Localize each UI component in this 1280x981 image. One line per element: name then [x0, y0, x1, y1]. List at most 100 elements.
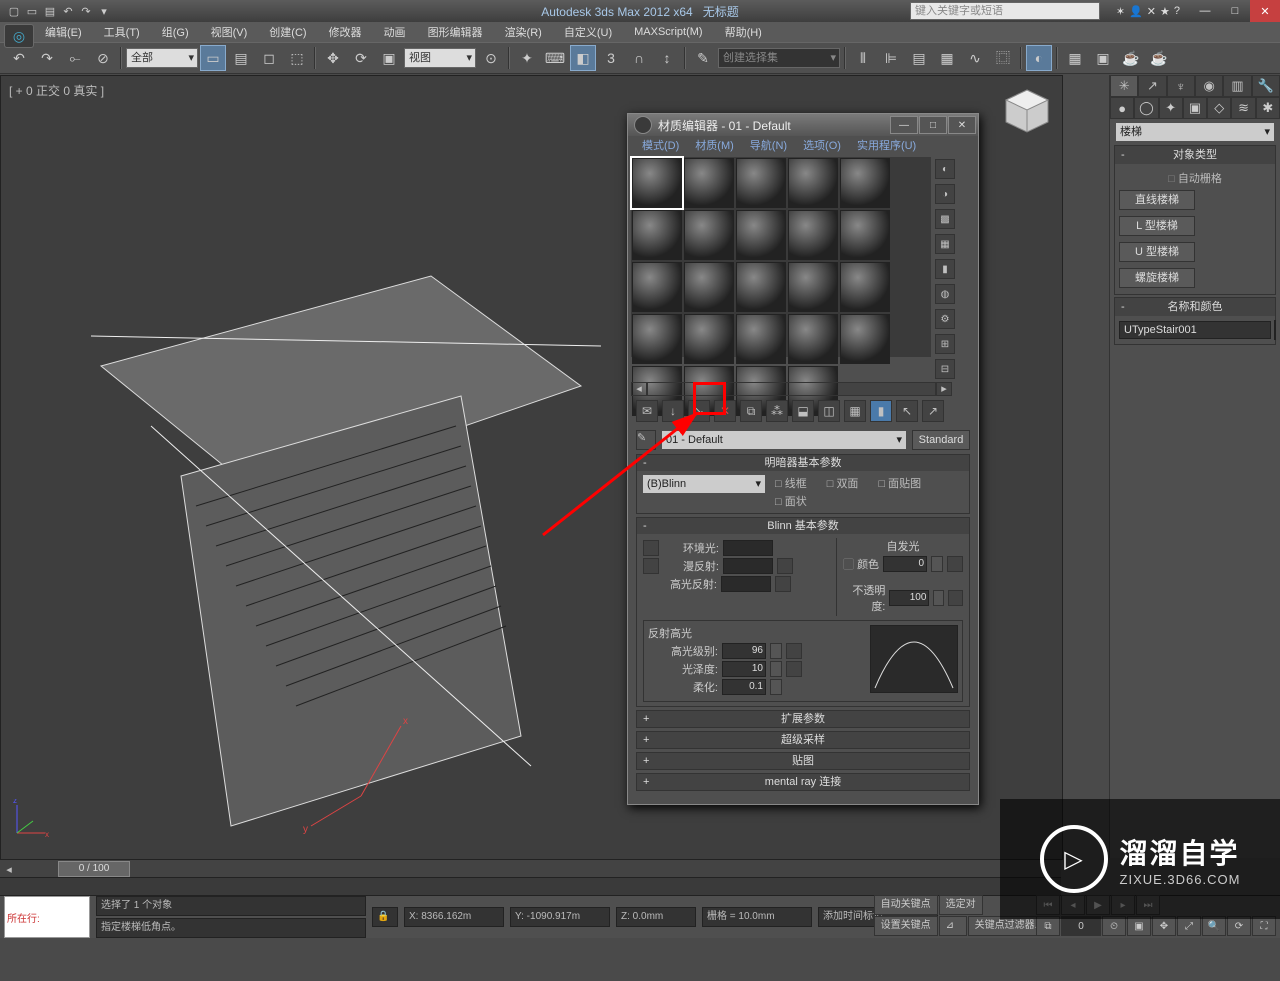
get-material-icon[interactable]: ✉	[636, 400, 658, 422]
curve-editor-icon[interactable]: ∿	[962, 45, 988, 71]
snap-toggle-icon[interactable]: ◧	[570, 45, 596, 71]
material-editor-icon[interactable]: ◐	[1026, 45, 1052, 71]
schematic-view-icon[interactable]: ⿴	[990, 45, 1016, 71]
layer-manager-icon[interactable]: ▤	[906, 45, 932, 71]
qat-open-icon[interactable]: ▭	[24, 3, 40, 19]
create-category-dropdown[interactable]: 楼梯	[1116, 123, 1274, 141]
sample-slot[interactable]	[736, 262, 786, 312]
select-by-mat-icon[interactable]: ⊞	[935, 334, 955, 354]
video-color-icon[interactable]: ▮	[935, 259, 955, 279]
menu-create[interactable]: 创建(C)	[259, 24, 316, 40]
glossiness-spinner[interactable]: 10	[722, 661, 766, 677]
manipulate-icon[interactable]: ✦	[514, 45, 540, 71]
show-end-result-icon[interactable]: ▮	[870, 400, 892, 422]
mateditor-maximize-button[interactable]: □	[919, 116, 947, 134]
sample-slot[interactable]	[840, 262, 890, 312]
select-name-icon[interactable]: ▤	[228, 45, 254, 71]
l-stair-button[interactable]: L 型楼梯	[1119, 216, 1195, 236]
scale-icon[interactable]: ▣	[376, 45, 402, 71]
opacity-map-button[interactable]	[948, 590, 963, 606]
menu-maxscript[interactable]: MAXScript(M)	[624, 26, 712, 38]
sample-slot[interactable]	[684, 210, 734, 260]
shader-dropdown[interactable]: (B)Blinn	[643, 475, 765, 493]
sample-slots[interactable]	[631, 157, 931, 357]
close-button[interactable]: ✕	[1250, 0, 1280, 22]
material-map-nav-icon[interactable]: ⊟	[935, 359, 955, 379]
sample-slot[interactable]	[840, 210, 890, 260]
time-slider-knob[interactable]: 0 / 100	[58, 861, 130, 877]
selfillum-spinner[interactable]: 0	[883, 556, 927, 572]
current-frame-field[interactable]: 0	[1061, 916, 1101, 936]
orbit-icon[interactable]: ⟳	[1227, 916, 1251, 936]
rollout-extended-params[interactable]: 扩展参数	[637, 711, 969, 727]
time-slider[interactable]: ◂ 0 / 100	[0, 859, 1061, 878]
mirror-icon[interactable]: ⦀	[850, 45, 876, 71]
gloss-map-button[interactable]	[786, 661, 802, 677]
viewport-nav-icon[interactable]: ✥	[1152, 916, 1176, 936]
zoom-extents-icon[interactable]: ⤢	[1177, 916, 1201, 936]
qat-redo-icon[interactable]: ↷	[78, 3, 94, 19]
sample-uv-icon[interactable]: ▦	[935, 234, 955, 254]
show-map-viewport-icon[interactable]: ▦	[844, 400, 866, 422]
sample-slot[interactable]	[788, 314, 838, 364]
spacewarps-cat-icon[interactable]: ≋	[1231, 97, 1255, 119]
menu-edit[interactable]: 编辑(E)	[35, 24, 92, 40]
help-search[interactable]: 键入关键字或短语	[910, 2, 1100, 20]
percent-snap-icon[interactable]: ∩	[626, 45, 652, 71]
selection-lock-icon[interactable]: 🔒	[372, 907, 398, 927]
lights-cat-icon[interactable]: ✦	[1159, 97, 1183, 119]
rollout-supersampling[interactable]: 超级采样	[637, 732, 969, 748]
menu-grapheditors[interactable]: 图形编辑器	[418, 24, 493, 40]
matmenu-utilities[interactable]: 实用程序(U)	[849, 137, 924, 153]
rollout-name-color[interactable]: 名称和颜色	[1115, 298, 1275, 316]
sample-slot[interactable]	[788, 158, 838, 208]
menu-animation[interactable]: 动画	[374, 24, 416, 40]
make-copy-icon[interactable]: ⧉	[740, 400, 762, 422]
opacity-spinner[interactable]: 100	[889, 590, 929, 606]
sample-hscroll[interactable]: ◂▸	[631, 382, 952, 396]
rollout-mentalray[interactable]: mental ray 连接	[637, 774, 969, 790]
isolate-icon[interactable]: ▣	[1127, 916, 1151, 936]
matmenu-material[interactable]: 材质(M)	[687, 137, 742, 153]
specular-swatch[interactable]	[721, 576, 771, 592]
graphite-ribbon-icon[interactable]: ▦	[934, 45, 960, 71]
face-map-checkbox[interactable]: 面贴图	[878, 475, 921, 491]
material-name-combo[interactable]: 01 - Default	[662, 431, 906, 449]
exchange-icon[interactable]: ✕	[1147, 5, 1156, 18]
sample-slot[interactable]	[632, 262, 682, 312]
diffuse-swatch[interactable]	[723, 558, 773, 574]
spinner-snap-icon[interactable]: ↕	[654, 45, 680, 71]
wire-checkbox[interactable]: 线框	[775, 475, 807, 491]
put-to-scene-icon[interactable]: ↓	[662, 400, 684, 422]
redo-icon[interactable]: ↷	[34, 45, 60, 71]
sample-slot[interactable]	[788, 210, 838, 260]
maximize-button[interactable]: □	[1220, 0, 1250, 22]
sample-slot[interactable]	[788, 262, 838, 312]
straight-stair-button[interactable]: 直线楼梯	[1119, 190, 1195, 210]
spinner-icon[interactable]	[770, 643, 782, 659]
menu-modifiers[interactable]: 修改器	[319, 24, 372, 40]
key-selected-combo[interactable]: 选定对	[939, 895, 983, 915]
cameras-cat-icon[interactable]: ▣	[1183, 97, 1207, 119]
named-selection-sets[interactable]: 创建选择集	[718, 48, 840, 68]
render-iterative-icon[interactable]: ☕	[1146, 45, 1172, 71]
matmenu-options[interactable]: 选项(O)	[795, 137, 849, 153]
sample-slot[interactable]	[736, 314, 786, 364]
geometry-cat-icon[interactable]: ●	[1110, 97, 1134, 119]
diffuse-map-button[interactable]	[777, 558, 793, 574]
object-color-swatch[interactable]	[1274, 320, 1276, 340]
selection-filter[interactable]: 全部	[126, 48, 198, 68]
zoom-icon[interactable]: 🔍	[1202, 916, 1226, 936]
time-config-icon[interactable]: ⧉	[1036, 916, 1060, 936]
favorite-icon[interactable]: ★	[1160, 5, 1170, 18]
coord-z[interactable]: Z: 0.0mm	[616, 907, 696, 927]
sample-type-icon[interactable]: ◐	[935, 159, 955, 179]
autogrid-checkbox[interactable]: 自动栅格	[1119, 168, 1271, 188]
rotate-icon[interactable]: ⟳	[348, 45, 374, 71]
render-production-icon[interactable]: ☕	[1118, 45, 1144, 71]
modify-tab-icon[interactable]: ↗	[1138, 75, 1166, 97]
helpers-cat-icon[interactable]: ◇	[1207, 97, 1231, 119]
menu-tools[interactable]: 工具(T)	[94, 24, 150, 40]
pick-material-icon[interactable]: ✎	[636, 430, 656, 450]
use-pivot-icon[interactable]: ⊙	[478, 45, 504, 71]
